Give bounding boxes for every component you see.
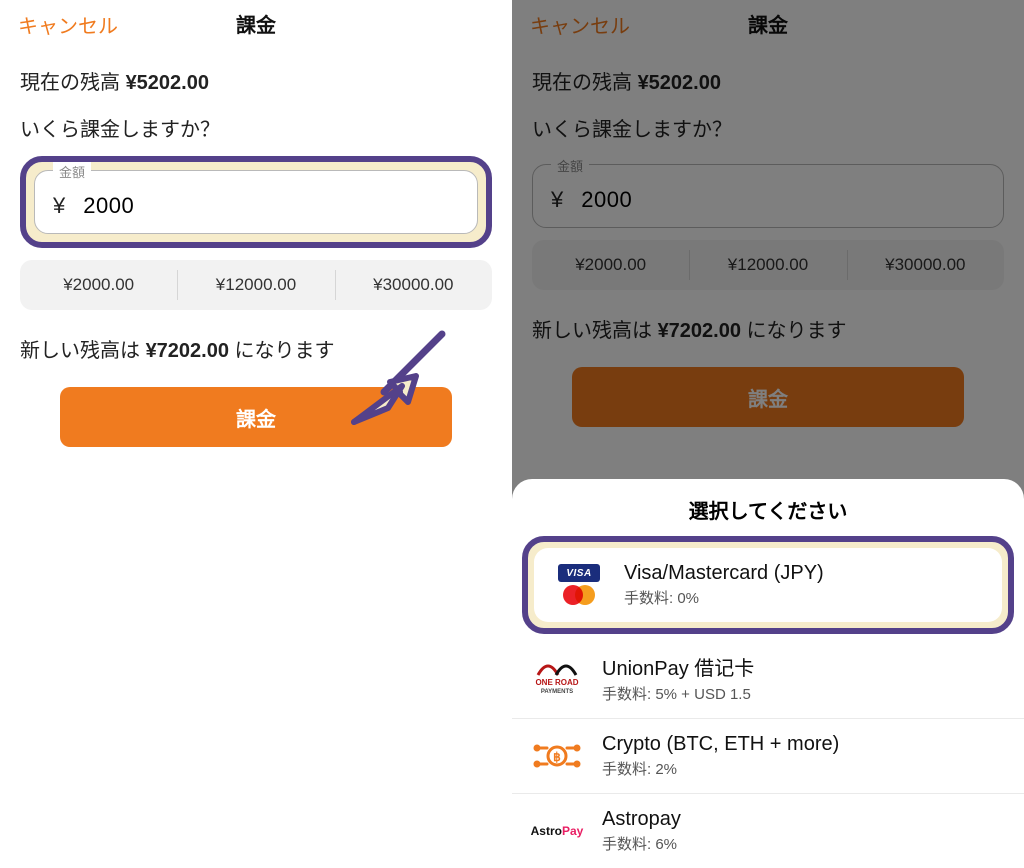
preset-2000[interactable]: ¥2000.00 [20, 260, 177, 310]
payment-option-astropay[interactable]: AstroPay Astropay 手数料: 6% [512, 793, 1024, 868]
highlight-amount: 金額 ¥ [20, 156, 492, 248]
charge-button[interactable]: 課金 [60, 387, 452, 447]
amount-prompt: いくら課金しますか？ [20, 113, 492, 142]
payment-option-name: Crypto (BTC, ETH + more) [602, 733, 839, 756]
preset-30000[interactable]: ¥30000.00 [335, 260, 492, 310]
preset-12000[interactable]: ¥12000.00 [177, 260, 334, 310]
payment-option-fee: 手数料: 0% [624, 587, 824, 608]
current-balance: 現在の残高 ¥5202.00 [20, 66, 492, 95]
sheet-title: 選択してください [512, 485, 1024, 530]
currency-symbol: ¥ [53, 193, 65, 219]
payment-option-name: UnionPay 借记卡 [602, 652, 754, 681]
crypto-icon: ฿ [530, 736, 584, 776]
payment-option-unionpay[interactable]: ONE ROADPAYMENTS UnionPay 借记卡 手数料: 5% + … [512, 638, 1024, 718]
payment-option-name: Astropay [602, 808, 681, 831]
balance-label: 現在の残高 [20, 72, 126, 94]
header: キャンセル 課金 [0, 0, 512, 46]
new-balance-suffix: になります [229, 340, 335, 362]
svg-text:฿: ฿ [553, 750, 561, 764]
payment-option-fee: 手数料: 6% [602, 833, 681, 854]
cancel-button[interactable]: キャンセル [18, 10, 118, 39]
page-title: 課金 [236, 9, 276, 38]
new-balance-prefix: 新しい残高は [20, 340, 146, 362]
amount-input[interactable] [83, 193, 459, 219]
payment-method-sheet: 選択してください VISA Visa/Mastercard (JPY) 手数料:… [512, 479, 1024, 868]
screen-payment-sheet: キャンセル 課金 現在の残高 ¥5202.00 いくら課金しますか？ 金額 ¥ … [512, 0, 1024, 868]
visa-icon: VISA [558, 564, 600, 582]
balance-value: ¥5202.00 [126, 72, 209, 94]
payment-option-fee: 手数料: 5% + USD 1.5 [602, 683, 754, 704]
mastercard-icon [558, 584, 600, 606]
new-balance-value: ¥7202.00 [146, 340, 229, 362]
payment-option-crypto[interactable]: ฿ Crypto (BTC, ETH + more) 手数料: 2% [512, 718, 1024, 793]
new-balance-line: 新しい残高は ¥7202.00 になります [20, 334, 492, 363]
preset-amounts: ¥2000.00 ¥12000.00 ¥30000.00 [20, 260, 492, 310]
astropay-icon: AstroPay [530, 824, 584, 838]
payment-option-fee: 手数料: 2% [602, 758, 839, 779]
visa-mastercard-icon: VISA [552, 564, 606, 606]
highlight-visa-mc: VISA Visa/Mastercard (JPY) 手数料: 0% [522, 536, 1014, 634]
payment-option-visa-mc[interactable]: VISA Visa/Mastercard (JPY) 手数料: 0% [534, 548, 1002, 622]
screen-topup: キャンセル 課金 現在の残高 ¥5202.00 いくら課金しますか？ 金額 ¥ … [0, 0, 512, 868]
payment-option-name: Visa/Mastercard (JPY) [624, 562, 824, 585]
amount-legend: 金額 [53, 162, 91, 181]
amount-field[interactable]: 金額 ¥ [34, 170, 478, 234]
oneroad-icon: ONE ROADPAYMENTS [530, 661, 584, 695]
